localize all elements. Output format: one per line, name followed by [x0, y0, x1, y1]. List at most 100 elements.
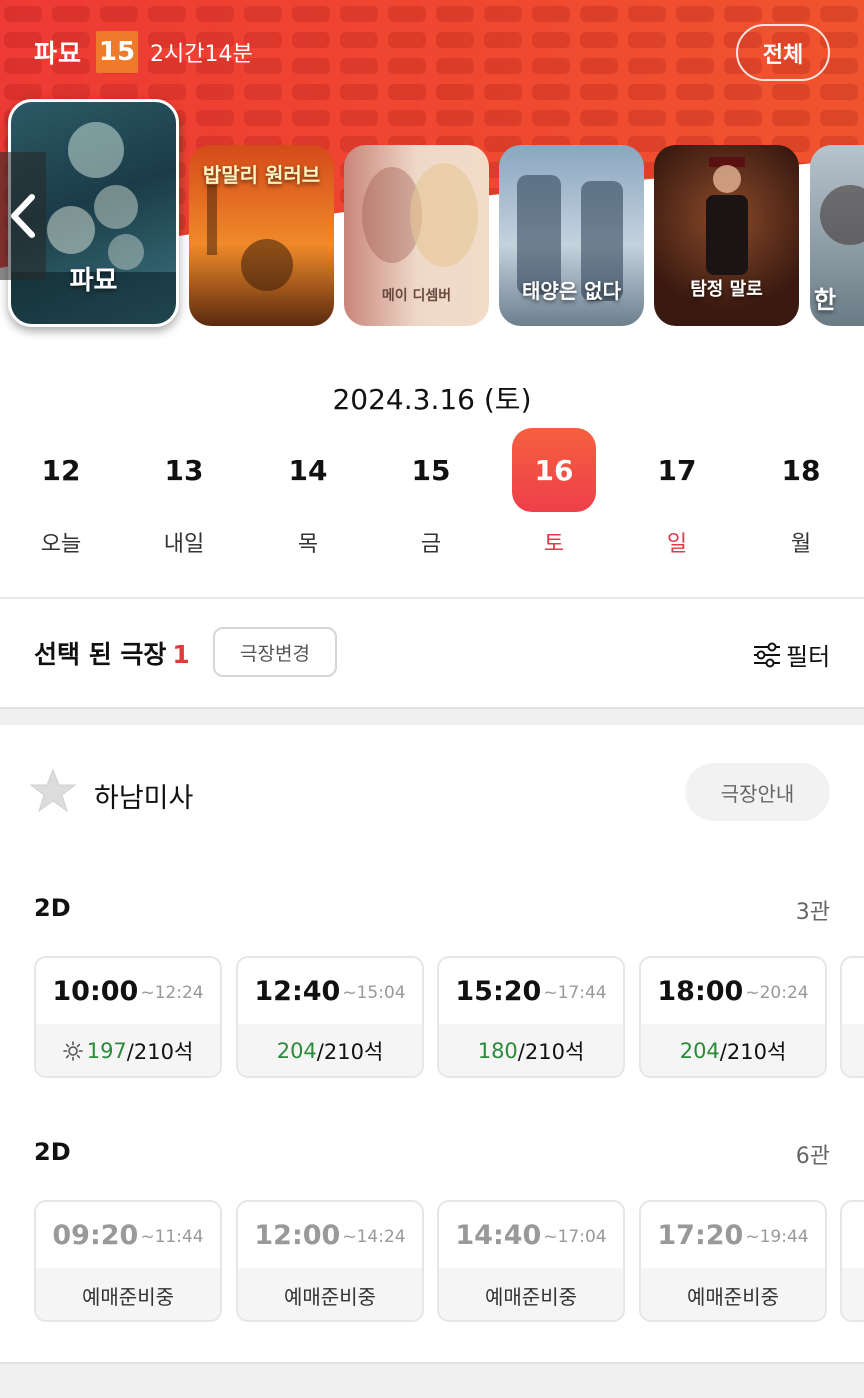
total-seats: /210석: [517, 1040, 585, 1064]
showtime-time: [842, 958, 864, 1024]
chevron-left-icon: [11, 194, 35, 238]
movie-header: 파묘 15 2시간14분 전체 파묘 밥말리 원러브 메이 디셈버 태양은 없다…: [0, 0, 864, 340]
screen-format: 2D: [34, 894, 71, 922]
screen-header: 2D 3관: [34, 894, 830, 928]
date-item[interactable]: 17 일: [635, 428, 719, 568]
available-seats: 197: [86, 1039, 127, 1063]
available-seats: 180: [477, 1039, 518, 1063]
showtime-time: 15:20 ~17:44: [439, 958, 623, 1024]
showtime-slot[interactable]: 17:20 ~19:44 예매준비중: [639, 1200, 827, 1322]
showtime-slot[interactable]: 10:00 ~12:24 197/210석: [34, 956, 222, 1078]
filter-icon: [754, 642, 780, 667]
end-time: ~14:24: [342, 1227, 406, 1247]
showtime-slot[interactable]: 12:00 ~14:24 예매준비중: [236, 1200, 424, 1322]
poster-item-5[interactable]: 탐정 말로: [654, 145, 799, 326]
showtime-slot-partial[interactable]: [840, 956, 864, 1078]
date-number: 17: [657, 453, 697, 487]
poster-item-4[interactable]: 태양은 없다: [499, 145, 644, 326]
start-time: 17:20: [657, 1219, 744, 1251]
selected-theater-count: 1: [172, 640, 190, 669]
screen-hall: 6관: [795, 1144, 830, 1169]
booking-status: 예매준비중: [641, 1268, 825, 1320]
cinema-info-button[interactable]: 극장안내: [685, 763, 830, 821]
poster-item-6[interactable]: 한: [810, 145, 864, 326]
poster-item-3[interactable]: 메이 디셈버: [344, 145, 489, 326]
booking-status: 예매준비중: [439, 1268, 623, 1320]
section-divider: [0, 707, 864, 725]
seat-availability: 204/210석: [641, 1024, 825, 1076]
seat-availability: 180/210석: [439, 1024, 623, 1076]
carousel-prev-button[interactable]: [0, 152, 46, 280]
end-time: ~17:44: [543, 983, 607, 1003]
showtime-list: 09:20 ~11:44 예매준비중 12:00 ~14:24 예매준비중 14:4…: [34, 1200, 864, 1322]
end-time: ~17:04: [543, 1227, 607, 1247]
date-number: 14: [288, 453, 328, 487]
date-label: 일: [666, 532, 688, 557]
start-time: 10:00: [52, 975, 139, 1007]
poster-title: 한: [814, 286, 837, 314]
showtime-time: 14:40 ~17:04: [439, 1202, 623, 1268]
date-item[interactable]: 18 월: [759, 428, 843, 568]
poster-title: 태양은 없다: [522, 279, 621, 303]
end-time: ~11:44: [140, 1227, 204, 1247]
filter-button[interactable]: 필터: [752, 637, 830, 672]
start-time: 12:40: [254, 975, 341, 1007]
showtime-slot[interactable]: 18:00 ~20:24 204/210석: [639, 956, 827, 1078]
date-number: 12: [41, 453, 81, 487]
showtime-time: 17:20 ~19:44: [641, 1202, 825, 1268]
date-item[interactable]: 13 내일: [142, 428, 226, 568]
date-number: 16: [512, 428, 596, 512]
poster-item-2[interactable]: 밥말리 원러브: [189, 145, 334, 326]
start-time: 09:20: [52, 1219, 139, 1251]
showtime-slot-partial[interactable]: [840, 1200, 864, 1322]
seat-availability: 197/210석: [36, 1024, 220, 1076]
poster-title: 메이 디셈버: [381, 288, 452, 304]
cinema-header: 하남미사 극장안내: [0, 760, 864, 824]
poster-title: 밥말리 원러브: [202, 163, 321, 187]
poster-title: 탐정 말로: [690, 279, 763, 300]
screen-format: 2D: [34, 1138, 71, 1166]
start-time: 18:00: [657, 975, 744, 1007]
showtime-slot[interactable]: 14:40 ~17:04 예매준비중: [437, 1200, 625, 1322]
total-seats: /210석: [126, 1040, 194, 1064]
morning-sun-icon: [62, 1041, 83, 1061]
selected-date-title: 2024.3.16 (토): [332, 383, 532, 416]
favorite-star-icon[interactable]: [30, 768, 76, 814]
showtime-slot[interactable]: 15:20 ~17:44 180/210석: [437, 956, 625, 1078]
screen-header: 2D 6관: [34, 1138, 830, 1172]
date-label: 월: [790, 532, 812, 557]
selected-theater-label: 선택 된 극장 1: [34, 635, 190, 671]
screen-hall: 3관: [795, 900, 830, 925]
date-label: 금: [420, 532, 442, 557]
showtime-time: 18:00 ~20:24: [641, 958, 825, 1024]
showtime-time: [842, 1202, 864, 1268]
start-time: 15:20: [455, 975, 542, 1007]
showtime-time: 09:20 ~11:44: [36, 1202, 220, 1268]
booking-status: [842, 1268, 864, 1320]
start-time: 12:00: [254, 1219, 341, 1251]
date-number: 18: [781, 453, 821, 487]
change-theater-button[interactable]: 극장변경: [213, 627, 337, 677]
end-time: ~20:24: [745, 983, 809, 1003]
date-label: 내일: [163, 532, 205, 557]
filter-label: 필터: [786, 643, 831, 671]
date-number: 13: [164, 453, 204, 487]
available-seats: 204: [679, 1039, 720, 1063]
date-item[interactable]: 15 금: [389, 428, 473, 568]
date-item-selected[interactable]: 16 토: [512, 428, 596, 568]
showtime-time: 10:00 ~12:24: [36, 958, 220, 1024]
date-label: 목: [297, 532, 319, 557]
seat-availability: [842, 1024, 864, 1076]
date-item[interactable]: 12 오늘: [19, 428, 103, 568]
start-time: 14:40: [455, 1219, 542, 1251]
date-item[interactable]: 14 목: [266, 428, 350, 568]
cinema-name: 하남미사: [94, 783, 194, 814]
showtime-slot[interactable]: 12:40 ~15:04 204/210석: [236, 956, 424, 1078]
total-seats: /210석: [719, 1040, 787, 1064]
showtime-list: 10:00 ~12:24 197/210석 12:40 ~15:04 204/210…: [34, 956, 864, 1078]
selected-theater-text: 선택 된 극장: [34, 640, 167, 669]
showtime-slot[interactable]: 09:20 ~11:44 예매준비중: [34, 1200, 222, 1322]
date-selector: 12 오늘 13 내일 14 목 15 금 16 토 17 일 18 월: [0, 428, 864, 568]
date-label: 토: [543, 532, 565, 557]
end-time: ~19:44: [745, 1227, 809, 1247]
